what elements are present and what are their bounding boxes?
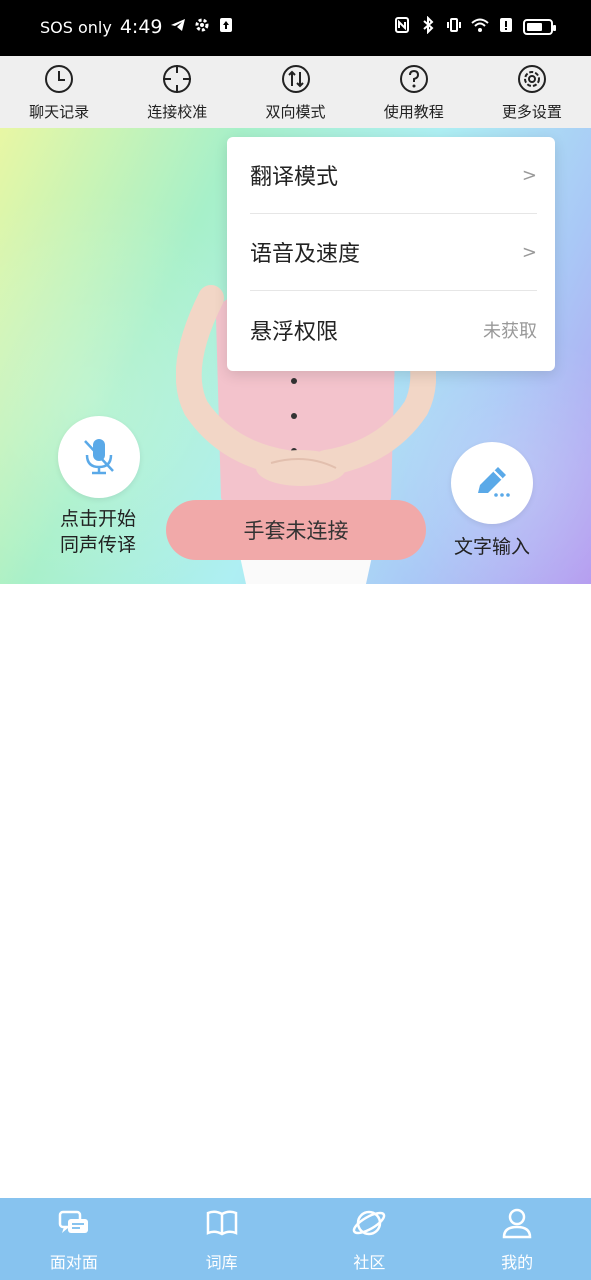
- status-right: [393, 16, 556, 38]
- pencil-icon: [470, 459, 514, 507]
- nav-profile[interactable]: 我的: [443, 1198, 591, 1280]
- planet-icon: [351, 1205, 387, 1245]
- menu-item-label: 翻译模式: [250, 165, 339, 190]
- glove-status-button[interactable]: 手套未连接: [166, 500, 426, 560]
- calibrate-label: 连接校准: [147, 102, 208, 121]
- text-input-button[interactable]: [451, 442, 533, 524]
- alert-icon: [497, 16, 515, 38]
- status-bar: SOS only 4:49: [0, 0, 591, 56]
- crosshair-icon: [161, 63, 193, 99]
- conversation-panel: [0, 584, 591, 1198]
- voice-translate-label-line2: 同声传译: [59, 534, 136, 556]
- clock-text: 4:49: [119, 16, 163, 38]
- settings-dropdown: 翻译模式 > 语音及速度 > 悬浮权限 未获取: [227, 137, 555, 371]
- nfc-icon: [393, 16, 411, 38]
- voice-translate-label-line1: 点击开始: [59, 508, 136, 530]
- gear-icon: [516, 63, 548, 99]
- chat-history-button[interactable]: 聊天记录: [0, 56, 118, 128]
- tutorial-button[interactable]: 使用教程: [355, 56, 473, 128]
- help-icon: [398, 63, 430, 99]
- telegram-icon: [169, 16, 187, 38]
- nav-label: 我的: [501, 1253, 534, 1272]
- battery-icon: [523, 19, 556, 35]
- vibrate-icon: [445, 16, 463, 38]
- menu-item-float-permission[interactable]: 悬浮权限 未获取: [250, 291, 537, 368]
- carrier-text: SOS only: [40, 17, 112, 37]
- nav-label: 面对面: [49, 1253, 98, 1272]
- clock-icon: [43, 63, 75, 99]
- chat-history-label: 聊天记录: [29, 102, 90, 121]
- upload-status-icon: [217, 16, 235, 38]
- two-way-mode-label: 双向模式: [265, 102, 326, 121]
- text-input-label: 文字输入: [453, 536, 530, 558]
- menu-item-label: 语音及速度: [250, 242, 361, 267]
- voice-translate-button[interactable]: [58, 416, 140, 498]
- menu-item-translate-mode[interactable]: 翻译模式 >: [250, 137, 537, 214]
- nav-label: 词库: [205, 1253, 238, 1272]
- menu-item-label: 悬浮权限: [250, 319, 339, 345]
- status-left: SOS only 4:49: [40, 16, 235, 38]
- more-settings-button[interactable]: 更多设置: [473, 56, 591, 128]
- mic-off-icon: [77, 433, 121, 481]
- swap-icon: [280, 63, 312, 99]
- bottom-nav: 面对面 词库 社区 我的: [0, 1198, 591, 1280]
- nav-face-to-face[interactable]: 面对面: [0, 1198, 148, 1280]
- permission-status: 未获取: [483, 320, 537, 342]
- chevron-right-icon: >: [521, 164, 537, 186]
- nav-community[interactable]: 社区: [296, 1198, 444, 1280]
- calibrate-button[interactable]: 连接校准: [118, 56, 236, 128]
- nav-label: 社区: [353, 1253, 386, 1272]
- user-icon: [499, 1205, 535, 1245]
- more-settings-label: 更多设置: [501, 102, 562, 121]
- settings-status-icon: [193, 16, 211, 38]
- tutorial-label: 使用教程: [383, 102, 444, 121]
- battery-level: [527, 23, 543, 31]
- chevron-right-icon: >: [521, 241, 537, 263]
- nav-lexicon[interactable]: 词库: [148, 1198, 296, 1280]
- wifi-icon: [471, 16, 489, 38]
- book-icon: [204, 1205, 240, 1245]
- menu-item-voice-speed[interactable]: 语音及速度 >: [250, 214, 537, 291]
- bluetooth-icon: [419, 16, 437, 38]
- voice-translate-label: 点击开始 同声传译: [40, 506, 156, 558]
- chat-icon: [56, 1205, 92, 1245]
- top-toolbar: 聊天记录 连接校准 双向模式 使用教程 更多设置: [0, 56, 591, 128]
- two-way-mode-button[interactable]: 双向模式: [236, 56, 354, 128]
